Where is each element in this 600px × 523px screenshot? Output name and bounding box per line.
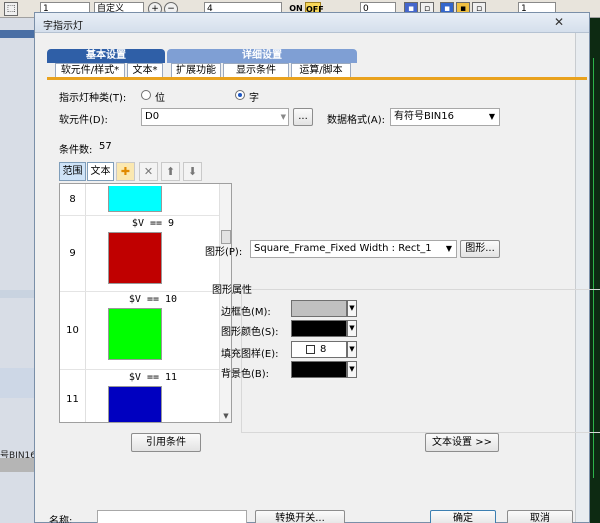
scroll-thumb[interactable]: [221, 230, 231, 244]
delete-icon[interactable]: ✕: [139, 162, 158, 181]
background-color-dropdown-icon[interactable]: ▼: [347, 361, 357, 378]
down-arrow-icon[interactable]: ⬇: [183, 162, 202, 181]
condition-row[interactable]: 10 $V == 10: [60, 292, 220, 370]
text-button[interactable]: 文本: [87, 162, 114, 181]
device-dropdown-icon: ▼: [280, 113, 286, 121]
fill-pattern-select[interactable]: 8: [291, 341, 347, 358]
select-tool-icon[interactable]: ⬚: [4, 2, 18, 16]
switch-toggle-button[interactable]: 转换开关...: [255, 510, 345, 523]
fill-pattern-label: 填充图样(E):: [221, 349, 279, 360]
fill-pattern-dropdown-icon[interactable]: ▼: [347, 341, 357, 358]
frame-color-label: 边框色(M):: [221, 307, 271, 318]
shape-label: 图形(P):: [205, 247, 243, 258]
dialog-frame-right: [575, 33, 589, 522]
device-label: 软元件(D):: [59, 115, 108, 126]
tab-group-basic-title: 基本设置: [47, 49, 165, 63]
text-settings-button[interactable]: 文本设置 >>: [425, 433, 499, 452]
radio-word[interactable]: [235, 90, 245, 100]
tab-underline: [47, 77, 587, 80]
condition-row[interactable]: 11 $V == 11: [60, 370, 220, 422]
name-label: 名称:: [49, 516, 73, 523]
shape-color-dropdown-icon[interactable]: ▼: [347, 320, 357, 337]
browse-device-button[interactable]: ...: [293, 108, 313, 126]
background-color-label: 背景色(B):: [221, 369, 270, 380]
row-number: 10: [60, 292, 86, 369]
range-button[interactable]: 范围: [59, 162, 86, 181]
condition-row[interactable]: 9 $V == 9: [60, 216, 220, 292]
frame-color-swatch[interactable]: [291, 300, 347, 317]
shape-color-swatch[interactable]: [291, 320, 347, 337]
add-icon[interactable]: ✚: [116, 162, 135, 181]
radio-bit-label: 位: [155, 93, 165, 104]
background-color-swatch[interactable]: [291, 361, 347, 378]
color-swatch: [108, 232, 162, 284]
cancel-button[interactable]: 取消: [507, 510, 573, 523]
dialog-titlebar: 字指示灯 ✕: [35, 13, 589, 33]
tab-group-detail-title: 详细设置: [167, 49, 357, 63]
condition-expression: $V == 9: [131, 218, 175, 229]
row-number: 9: [60, 216, 86, 291]
condition-list[interactable]: 8 9 $V == 9 10 $V == 10 11 $V == 11 ▼: [59, 183, 232, 423]
color-swatch: [108, 386, 162, 422]
frame-color-dropdown-icon[interactable]: ▼: [347, 300, 357, 317]
condition-count: 57: [99, 141, 112, 152]
data-format-select[interactable]: 有符号BIN16 ▼: [390, 108, 500, 126]
radio-bit[interactable]: [141, 90, 151, 100]
reference-condition-button[interactable]: 引用条件: [131, 433, 201, 452]
fill-pattern-value: 8: [320, 344, 327, 355]
chevron-down-icon: ▼: [488, 112, 496, 121]
data-format-value: 有符号BIN16: [394, 111, 455, 122]
up-arrow-icon[interactable]: ⬆: [161, 162, 180, 181]
name-input[interactable]: [97, 510, 247, 523]
dialog-title: 字指示灯: [43, 21, 83, 32]
pattern-swatch-icon: [306, 345, 315, 354]
close-icon[interactable]: ✕: [551, 15, 567, 29]
shape-browse-button[interactable]: 图形...: [460, 240, 500, 258]
indicator-dialog: 字指示灯 ✕ 基本设置 软元件/样式* 文本* 详细设置 扩展功能 显示条件 运…: [34, 12, 600, 523]
row-number: 8: [60, 184, 86, 215]
color-swatch: [108, 186, 162, 212]
scroll-down-icon[interactable]: ▼: [220, 410, 231, 422]
chevron-down-icon: ▼: [445, 244, 453, 253]
color-swatch: [108, 308, 162, 360]
shape-select[interactable]: Square_Frame_Fixed Width : Rect_1 ▼: [250, 240, 457, 258]
device-value: D0: [145, 111, 160, 122]
ok-button[interactable]: 确定: [430, 510, 496, 523]
device-input[interactable]: D0 ▼: [141, 108, 289, 126]
condition-count-label: 条件数:: [59, 145, 93, 156]
row-number: 11: [60, 370, 86, 422]
condition-row[interactable]: 8: [60, 184, 220, 216]
condition-expression: $V == 10: [128, 294, 178, 305]
shape-value: Square_Frame_Fixed Width : Rect_1: [254, 243, 432, 254]
properties-title: 图形属性: [212, 285, 252, 296]
dialog-bottom-bar: 名称: 转换开关... 确定 取消: [35, 507, 589, 523]
shape-color-label: 图形颜色(S):: [221, 327, 279, 338]
radio-word-label: 字: [249, 93, 259, 104]
condition-expression: $V == 11: [128, 372, 178, 383]
indicator-type-label: 指示灯种类(T):: [59, 93, 127, 104]
data-format-label: 数据格式(A):: [327, 115, 386, 126]
